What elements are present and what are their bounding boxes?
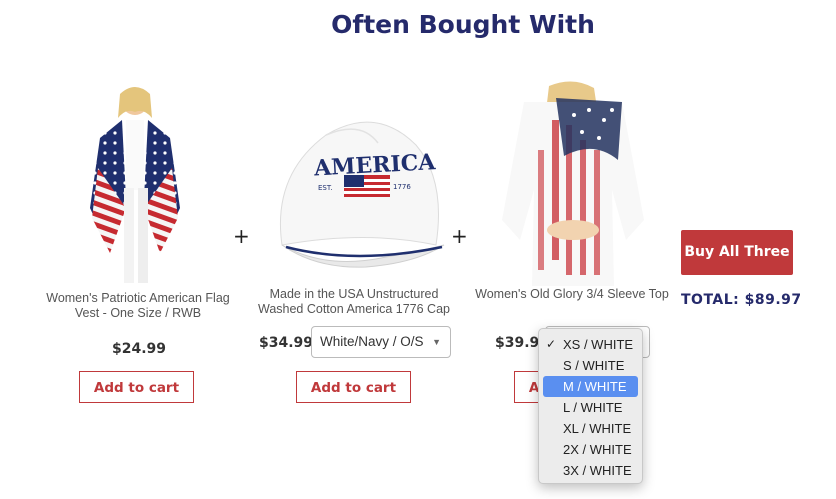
dropdown-option-3x[interactable]: 3X / WHITE xyxy=(543,460,638,481)
dropdown-option-l[interactable]: L / WHITE xyxy=(543,397,638,418)
product-image-old-glory-top[interactable] xyxy=(494,80,652,286)
add-to-cart-button-vest[interactable]: Add to cart xyxy=(79,371,194,403)
variant-select-cap-value: White/Navy / O/S xyxy=(320,334,424,349)
variant-select-cap[interactable]: White/Navy / O/S ▼ xyxy=(311,326,451,358)
product-name-flag-vest[interactable]: Women's Patriotic American Flag Vest - O… xyxy=(34,291,242,321)
product-name-america-cap[interactable]: Made in the USA Unstructured Washed Cott… xyxy=(254,287,454,317)
bundle-total: TOTAL: $89.97 xyxy=(681,292,802,308)
price-america-cap: $34.99 xyxy=(259,335,314,351)
caret-down-icon: ▼ xyxy=(432,337,441,347)
product-image-america-cap[interactable]: AMERICA EST. 1776 xyxy=(266,95,456,270)
product-name-old-glory-top[interactable]: Women's Old Glory 3/4 Sleeve Top xyxy=(468,287,676,302)
cap-est-text: EST. xyxy=(318,184,333,192)
plus-icon: + xyxy=(233,224,250,248)
checkmark-icon: ✓ xyxy=(546,337,557,351)
price-flag-vest: $24.99 xyxy=(112,341,167,357)
section-heading: Often Bought With xyxy=(331,10,595,39)
cap-year-text: 1776 xyxy=(393,183,411,191)
dropdown-option-2x[interactable]: 2X / WHITE xyxy=(543,439,638,460)
dropdown-option-s[interactable]: S / WHITE xyxy=(543,355,638,376)
dropdown-option-m[interactable]: M / WHITE xyxy=(543,376,638,397)
variant-dropdown-menu: ✓ XS / WHITE S / WHITE M / WHITE L / WHI… xyxy=(538,328,643,484)
buy-all-three-button[interactable]: Buy All Three xyxy=(681,230,793,275)
product-image-flag-vest[interactable] xyxy=(80,78,190,286)
dropdown-option-label: XS / WHITE xyxy=(563,337,634,352)
dropdown-option-xl[interactable]: XL / WHITE xyxy=(543,418,638,439)
add-to-cart-button-cap[interactable]: Add to cart xyxy=(296,371,411,403)
plus-icon: + xyxy=(451,224,468,248)
dropdown-option-xs[interactable]: ✓ XS / WHITE xyxy=(543,334,638,355)
